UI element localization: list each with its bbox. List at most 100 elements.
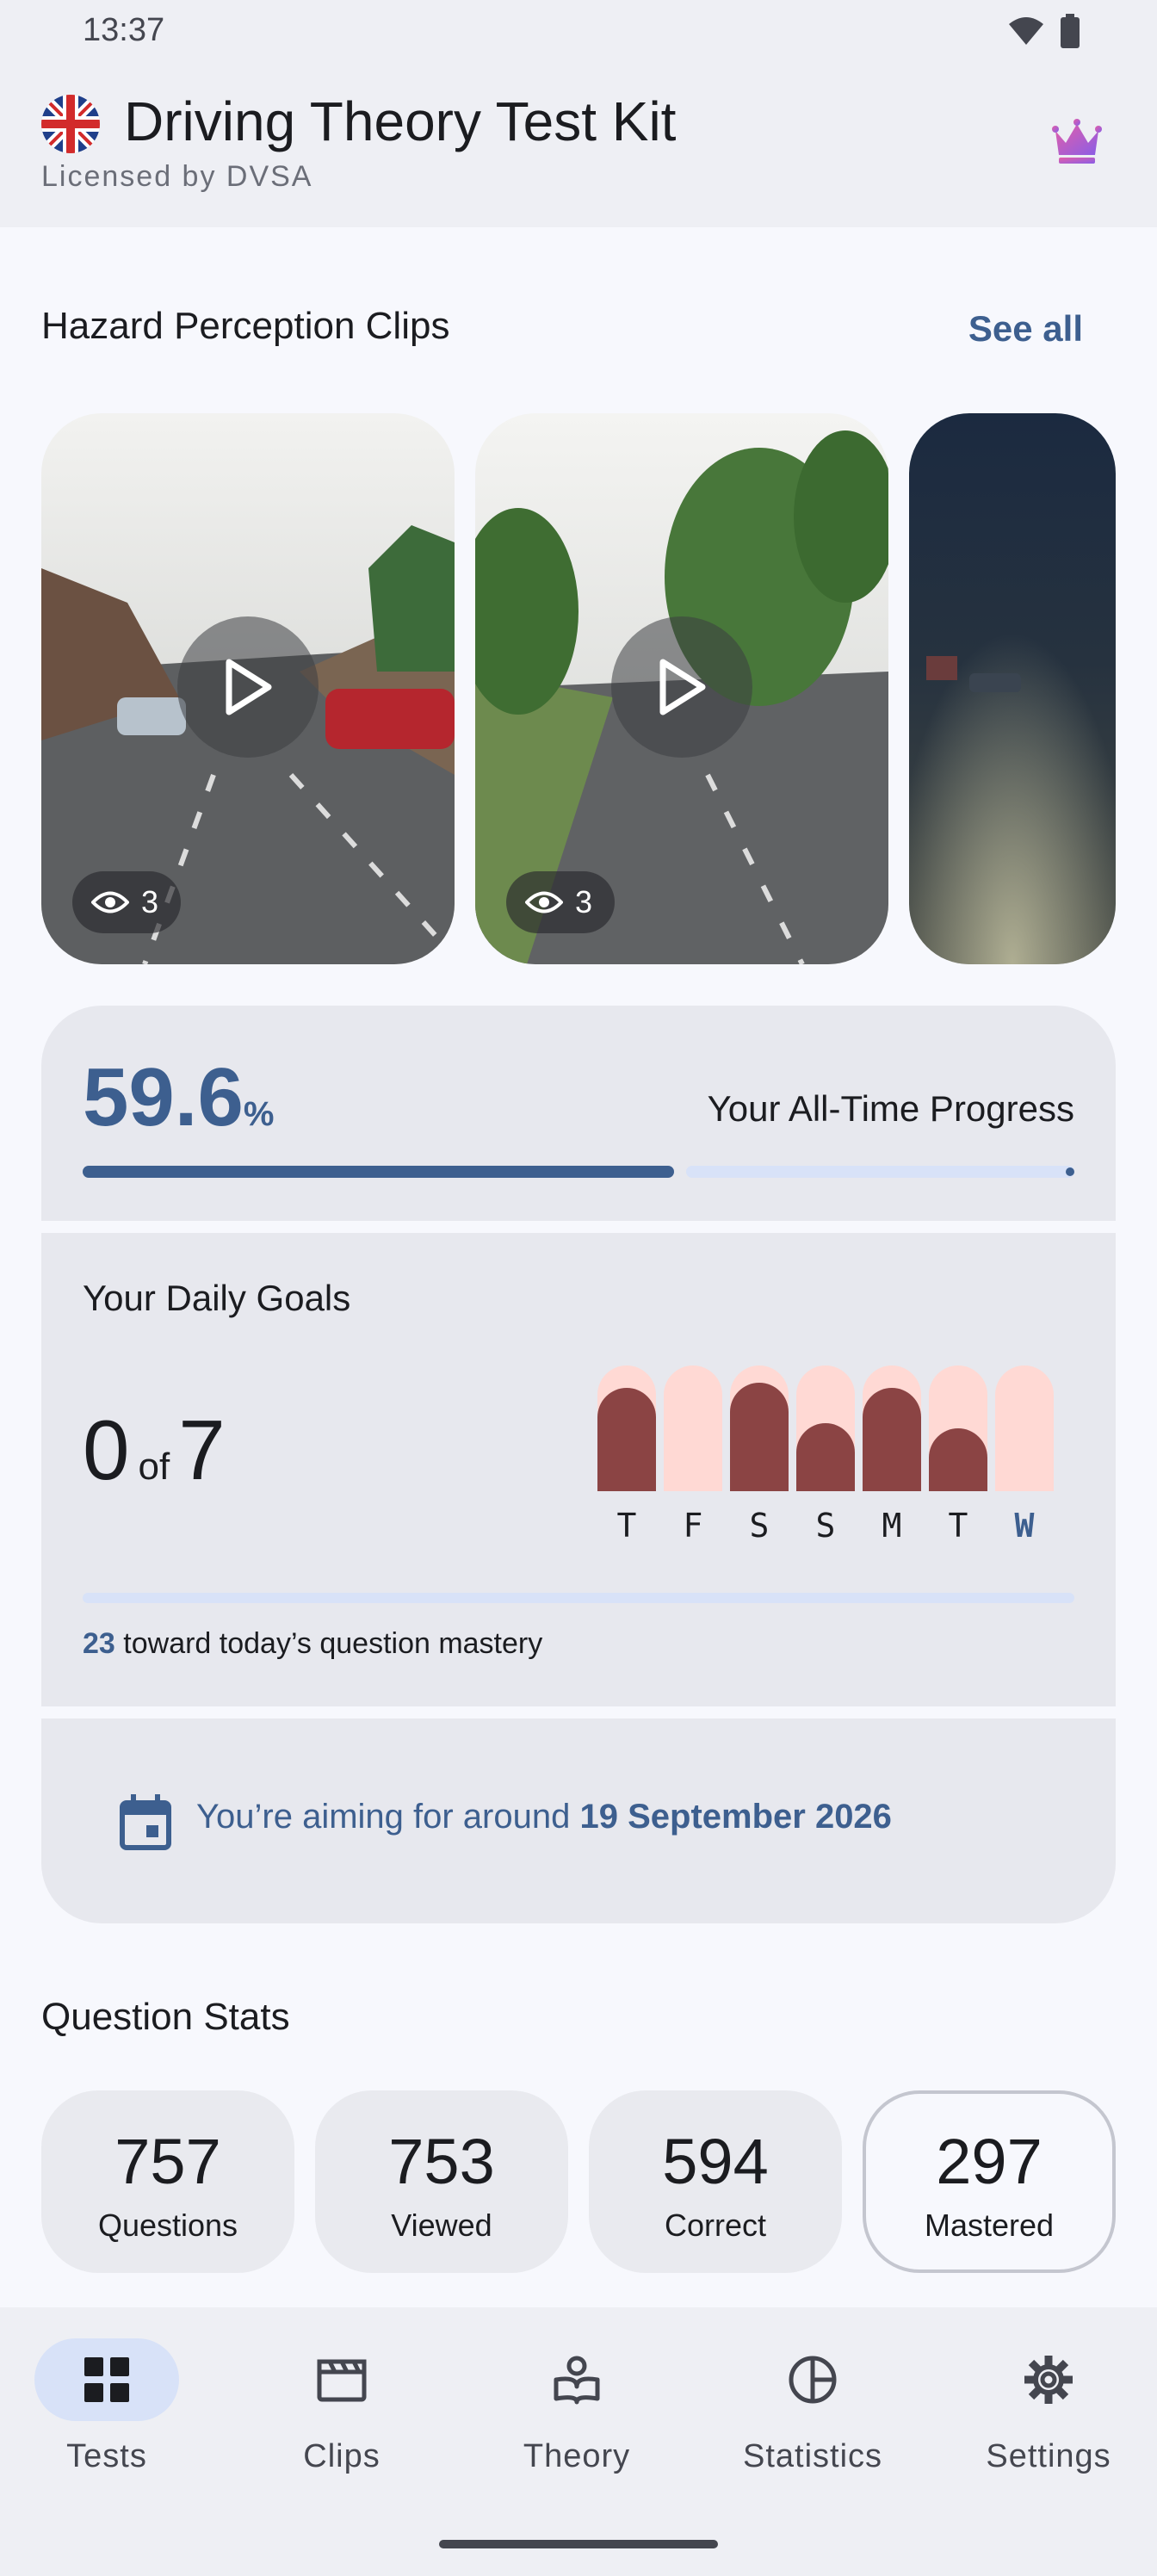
app-title: Driving Theory Test Kit [124, 90, 677, 152]
crown-icon[interactable] [1050, 117, 1104, 165]
daily-goals-count: 0 of 7 [83, 1402, 226, 1499]
day-label: W [1014, 1507, 1035, 1545]
view-count: 3 [141, 884, 159, 920]
status-time: 13:37 [83, 12, 165, 48]
daily-goals-card[interactable]: Your Daily Goals 0 of 7 T F S S M T W 23 toward … [41, 1233, 1116, 1706]
bottom-navigation: Tests Clips Theory Statistics Settings [0, 2307, 1157, 2576]
nav-item-tests[interactable]: Tests [0, 2338, 219, 2493]
day-bar-fill [863, 1388, 921, 1491]
nav-icon-holder [504, 2338, 649, 2421]
target-prefix: You’re aiming for around [196, 1798, 571, 1836]
pie-chart-icon [789, 2356, 837, 2404]
day-bar [730, 1365, 789, 1491]
uk-flag-icon [41, 95, 100, 153]
day-label: T [948, 1507, 968, 1545]
mastery-count: 23 [83, 1627, 115, 1660]
reader-icon [554, 2356, 600, 2405]
clip-card[interactable] [909, 413, 1116, 964]
nav-icon-holder [269, 2338, 414, 2421]
nav-item-statistics[interactable]: Statistics [701, 2338, 925, 2493]
stat-questions[interactable]: 757 Questions [41, 2090, 294, 2273]
goals-total: 7 [178, 1403, 226, 1497]
play-icon [226, 659, 272, 715]
day-bar-fill [597, 1388, 656, 1491]
nav-item-clips[interactable]: Clips [230, 2338, 454, 2493]
target-date: 19 September 2026 [579, 1798, 892, 1836]
stat-label: Correct [664, 2208, 767, 2243]
view-count: 3 [575, 884, 593, 920]
view-count-chip: 3 [72, 871, 182, 933]
weekly-goals-chart: TFSSMTW [597, 1365, 1059, 1545]
stat-value: 753 [388, 2126, 495, 2197]
clip-card[interactable]: 3 [41, 413, 455, 964]
target-date-card[interactable]: You’re aiming for around 19 September 20… [41, 1718, 1116, 1923]
nav-label: Statistics [742, 2438, 883, 2474]
play-icon [659, 659, 706, 715]
progress-bar-end-dot [1066, 1167, 1074, 1176]
day-bar-fill [796, 1423, 855, 1491]
gesture-bar[interactable] [439, 2540, 718, 2548]
day-bar-background [664, 1365, 722, 1491]
eye-icon [91, 891, 129, 913]
daily-goals-title: Your Daily Goals [83, 1278, 351, 1318]
view-count-chip: 3 [506, 871, 616, 933]
clapperboard-icon [317, 2359, 367, 2402]
daily-goals-track [83, 1593, 1074, 1603]
day-bar [863, 1365, 921, 1491]
stat-correct[interactable]: 594 Correct [589, 2090, 842, 2273]
nav-item-theory[interactable]: Theory [465, 2338, 689, 2493]
stat-viewed[interactable]: 753 Viewed [315, 2090, 568, 2273]
nav-active-indicator [34, 2338, 179, 2421]
progress-unit: % [243, 1095, 275, 1133]
mastery-text: toward today’s question mastery [123, 1627, 543, 1660]
gear-icon [1024, 2356, 1073, 2404]
progress-percentage: 59.6% [83, 1050, 274, 1145]
status-bar: 13:37 [0, 0, 1157, 62]
stat-value: 757 [114, 2126, 221, 2197]
goals-of: of [138, 1446, 170, 1488]
day-bar [664, 1365, 722, 1491]
day-label: T [616, 1507, 637, 1545]
stat-mastered[interactable]: 297 Mastered [863, 2090, 1116, 2273]
target-date-text: You’re aiming for around 19 September 20… [196, 1798, 892, 1836]
progress-bar [83, 1166, 1074, 1178]
day-bar-background [995, 1365, 1054, 1491]
day-bar [597, 1365, 656, 1491]
day-label: F [683, 1507, 703, 1545]
all-time-progress-card[interactable]: 59.6% Your All-Time Progress [41, 1006, 1116, 1221]
stat-value: 594 [662, 2126, 769, 2197]
nav-label: Clips [303, 2438, 381, 2474]
day-bar [796, 1365, 855, 1491]
play-button[interactable] [611, 616, 752, 758]
calendar-icon [120, 1794, 171, 1850]
app-subtitle: Licensed by DVSA [41, 160, 313, 193]
grid-icon [84, 2357, 129, 2402]
app-header: Driving Theory Test Kit Licensed by DVSA [0, 62, 1157, 227]
see-all-link[interactable]: See all [968, 308, 1083, 350]
stat-value: 297 [936, 2126, 1043, 2197]
nav-icon-holder [976, 2338, 1121, 2421]
nav-label: Settings [986, 2438, 1111, 2474]
nav-label: Theory [523, 2438, 631, 2474]
clip-thumbnail [909, 413, 1116, 964]
mastery-summary: 23 toward today’s question mastery [83, 1627, 542, 1661]
day-bar-fill [730, 1383, 789, 1491]
nav-icon-holder [740, 2338, 885, 2421]
day-label: M [882, 1507, 902, 1545]
day-label: S [815, 1507, 836, 1545]
stat-label: Viewed [391, 2208, 492, 2243]
progress-bar-remaining [686, 1166, 1074, 1178]
nav-label: Tests [66, 2438, 147, 2474]
day-bar [929, 1365, 987, 1491]
nav-item-settings[interactable]: Settings [937, 2338, 1157, 2493]
goals-done: 0 [83, 1403, 130, 1497]
day-bar [995, 1365, 1054, 1491]
progress-value: 59.6 [83, 1051, 244, 1143]
clip-card[interactable]: 3 [475, 413, 888, 964]
progress-label: Your All-Time Progress [707, 1088, 1074, 1129]
progress-bar-fill [83, 1166, 674, 1178]
day-label: S [749, 1507, 770, 1545]
clips-section-title: Hazard Perception Clips [41, 305, 450, 347]
question-stats-title: Question Stats [41, 1996, 290, 2038]
play-button[interactable] [177, 616, 319, 758]
